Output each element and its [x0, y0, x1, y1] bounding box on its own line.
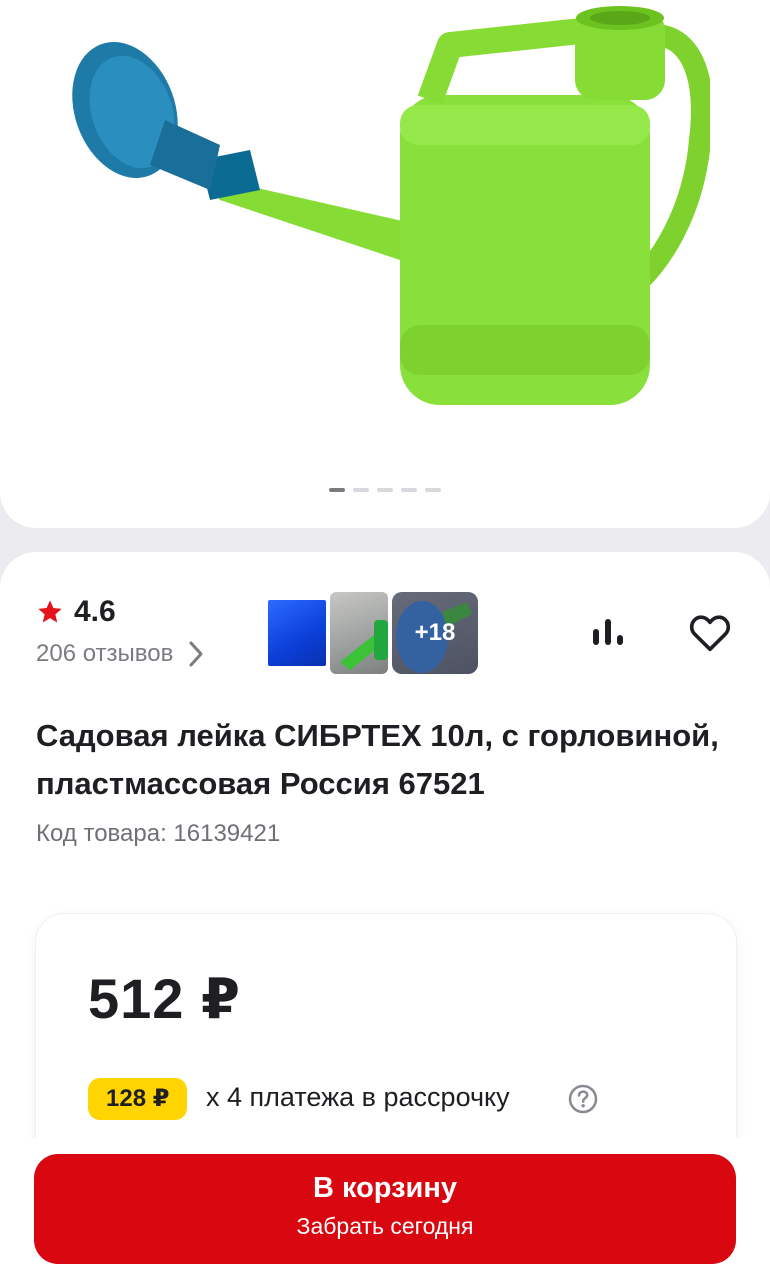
- star-icon: [38, 600, 62, 623]
- installment-text[interactable]: х 4 платежа в рассрочку: [206, 1082, 510, 1113]
- pagination-dot[interactable]: [329, 488, 345, 492]
- heart-icon: [689, 615, 731, 652]
- review-photo-more[interactable]: +18: [392, 592, 478, 674]
- pickup-today-label: Забрать сегодня: [296, 1213, 474, 1239]
- product-sku: Код товара: 16139421: [36, 820, 281, 847]
- review-photo[interactable]: [330, 592, 388, 674]
- installment-badge[interactable]: 128 ₽: [88, 1078, 188, 1120]
- pagination-dot[interactable]: [425, 488, 441, 492]
- compare-button[interactable]: [582, 606, 634, 658]
- price-value: 512 ₽: [88, 967, 241, 1030]
- favorite-button[interactable]: [684, 606, 736, 658]
- product-title: Садовая лейка СИБРТЕХ 10л, с горловиной,…: [36, 718, 719, 801]
- add-to-cart-label: В корзину: [312, 1172, 458, 1204]
- review-photo-image: [340, 620, 388, 670]
- rating-value: 4.6: [74, 595, 116, 628]
- pagination-dot[interactable]: [401, 488, 417, 492]
- rating: 4.6: [36, 595, 116, 629]
- price-card: 512 ₽ 128 ₽ х 4 платежа в рассрочку: [36, 914, 736, 1174]
- pagination-dot[interactable]: [353, 488, 369, 492]
- question-icon[interactable]: [568, 1084, 598, 1114]
- review-photo[interactable]: [268, 600, 326, 666]
- chevron-right-icon: [189, 641, 203, 667]
- reviews-count[interactable]: 206 отзывов: [36, 640, 173, 668]
- gallery-pagination: [0, 488, 770, 492]
- product-gallery[interactable]: [0, 0, 770, 528]
- compare-icon: [593, 619, 623, 645]
- pagination-dot[interactable]: [377, 488, 393, 492]
- review-photos: +18: [268, 592, 478, 674]
- more-photos-count[interactable]: +18: [392, 592, 478, 674]
- add-to-cart-button[interactable]: В корзину Забрать сегодня: [34, 1154, 736, 1264]
- reviews-link[interactable]: 206 отзывов: [36, 640, 205, 668]
- product-image[interactable]: [70, 0, 710, 420]
